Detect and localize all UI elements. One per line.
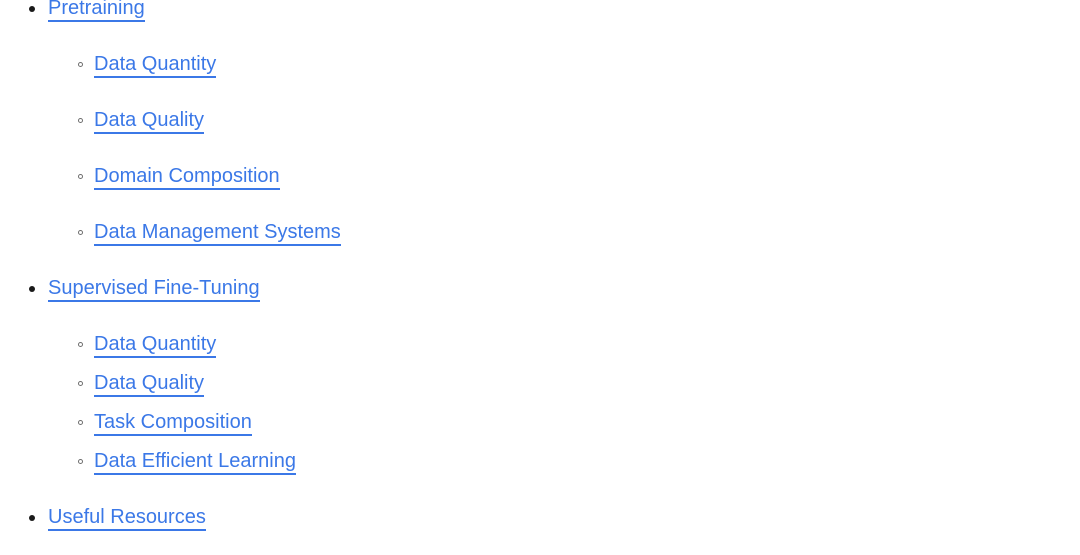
toc-link-pretraining[interactable]: Pretraining — [48, 0, 145, 22]
toc-link-task-composition[interactable]: Task Composition — [94, 411, 252, 436]
toc-link-supervised-fine-tuning[interactable]: Supervised Fine-Tuning — [48, 277, 260, 302]
toc-list: Pretraining Data Quantity Data Quality D… — [0, 0, 1080, 531]
bullet-circle-icon — [78, 342, 83, 347]
toc-link-data-quality-sft[interactable]: Data Quality — [94, 372, 205, 397]
bullet-disc-icon — [29, 286, 35, 292]
toc-sublist-supervised-fine-tuning: Data Quantity Data Quality Task Composit… — [48, 330, 1080, 475]
toc-subitem: Task Composition — [48, 408, 1080, 436]
bullet-circle-icon — [78, 230, 83, 235]
toc-subitem: Data Management Systems — [48, 218, 1080, 246]
toc-section-useful-resources: Useful Resources — [0, 503, 1080, 531]
toc-link-data-efficient-learning[interactable]: Data Efficient Learning — [94, 450, 296, 475]
toc-subitem: Data Quantity — [48, 50, 1080, 78]
bullet-circle-icon — [78, 459, 83, 464]
toc-link-domain-composition[interactable]: Domain Composition — [94, 165, 280, 190]
toc-subitem: Data Efficient Learning — [48, 447, 1080, 475]
bullet-circle-icon — [78, 118, 83, 123]
toc-link-useful-resources[interactable]: Useful Resources — [48, 506, 206, 531]
bullet-disc-icon — [29, 515, 35, 521]
toc-link-data-quantity-pretraining[interactable]: Data Quantity — [94, 53, 217, 78]
bullet-circle-icon — [78, 381, 83, 386]
toc-subitem: Data Quality — [48, 106, 1080, 134]
toc-section-pretraining: Pretraining Data Quantity Data Quality D… — [0, 0, 1080, 246]
bullet-circle-icon — [78, 174, 83, 179]
toc-sublist-pretraining: Data Quantity Data Quality Domain Compos… — [48, 50, 1080, 246]
bullet-circle-icon — [78, 62, 83, 67]
toc-link-data-management-systems[interactable]: Data Management Systems — [94, 221, 341, 246]
toc-subitem: Data Quantity — [48, 330, 1080, 358]
table-of-contents: Pretraining Data Quantity Data Quality D… — [0, 0, 1080, 549]
toc-link-data-quality-pretraining[interactable]: Data Quality — [94, 109, 205, 134]
bullet-circle-icon — [78, 420, 83, 425]
toc-section-supervised-fine-tuning: Supervised Fine-Tuning Data Quantity Dat… — [0, 274, 1080, 475]
toc-subitem: Data Quality — [48, 369, 1080, 397]
toc-link-data-quantity-sft[interactable]: Data Quantity — [94, 333, 217, 358]
bullet-disc-icon — [29, 6, 35, 12]
toc-subitem: Domain Composition — [48, 162, 1080, 190]
